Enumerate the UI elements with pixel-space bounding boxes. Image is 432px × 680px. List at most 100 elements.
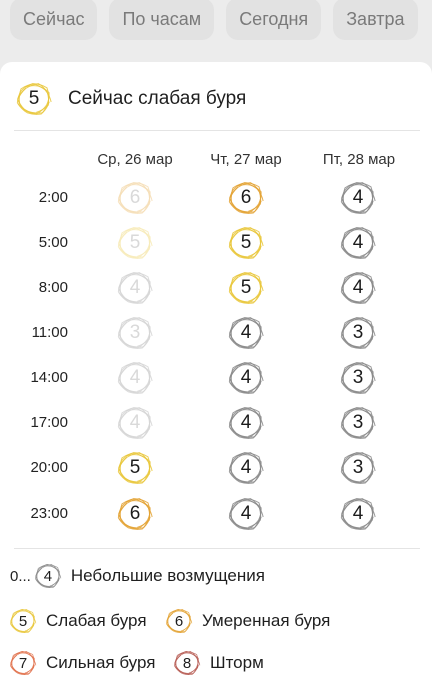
- time-label: 2:00: [38, 189, 68, 206]
- legend-calm: 0... 4 Небольшие возмущения: [10, 561, 265, 591]
- badge-value: 6: [174, 612, 184, 630]
- legend-moderate: 6 Умеренная буря: [164, 606, 330, 636]
- legend-storm-label: Шторм: [210, 653, 264, 672]
- kp-badge: 4: [226, 448, 266, 488]
- legend-weak-label: Слабая буря: [46, 611, 147, 630]
- badge-value: 3: [129, 322, 141, 343]
- kp-badge: 5: [115, 223, 155, 263]
- badge-value: 4: [129, 277, 141, 298]
- forecast-cell: 5: [115, 448, 155, 488]
- kp-badge: 5: [115, 448, 155, 488]
- forecast-cell: 3: [338, 313, 378, 353]
- day-header-wed: Ср, 26 мар: [97, 151, 173, 168]
- kp-badge: 4: [338, 223, 378, 263]
- legend-calm-badge: 4: [33, 561, 63, 591]
- forecast-cell: 4: [115, 268, 155, 308]
- kp-badge: 3: [115, 313, 155, 353]
- kp-badge: 6: [115, 494, 155, 534]
- legend-storm-badge: 8: [172, 648, 202, 678]
- badge-value: 7: [18, 654, 28, 672]
- kp-badge: 3: [338, 313, 378, 353]
- legend-weak: 5 Слабая буря: [8, 606, 147, 636]
- forecast-cell: 6: [226, 178, 266, 218]
- kp-badge: 4: [338, 268, 378, 308]
- legend-weak-badge: 5: [8, 606, 38, 636]
- legend-strong-badge: 7: [8, 648, 38, 678]
- badge-value: 4: [240, 412, 252, 433]
- tab-today[interactable]: Сегодня: [226, 0, 322, 40]
- legend-strong-label: Сильная буря: [46, 653, 156, 672]
- badge-value: 5: [240, 232, 252, 253]
- badge-value: 4: [352, 187, 364, 208]
- badge-value: 5: [129, 457, 141, 478]
- badge-value: 4: [240, 457, 252, 478]
- kp-badge: 4: [226, 403, 266, 443]
- forecast-cell: 4: [226, 313, 266, 353]
- badge-value: 5: [129, 232, 141, 253]
- badge-value: 5: [18, 612, 28, 630]
- legend-moderate-label: Умеренная буря: [202, 611, 331, 630]
- legend-storm: 8 Шторм: [172, 648, 264, 678]
- kp-badge: 6: [115, 178, 155, 218]
- badge-value: 3: [352, 412, 364, 433]
- time-label: 11:00: [31, 324, 68, 341]
- badge-value: 6: [240, 187, 252, 208]
- forecast-cell: 6: [115, 494, 155, 534]
- badge-value: 5: [240, 277, 252, 298]
- legend-moderate-badge: 6: [164, 606, 194, 636]
- time-label: 5:00: [38, 234, 68, 251]
- day-header-fri: Пт, 28 мар: [322, 151, 396, 168]
- kp-badge: 4: [338, 178, 378, 218]
- badge-value: 4: [43, 567, 53, 585]
- badge-value: 4: [129, 412, 141, 433]
- legend-strong: 7 Сильная буря: [8, 648, 155, 678]
- current-status: 5 Сейчас слабая буря: [14, 82, 246, 116]
- kp-badge: 4: [338, 494, 378, 534]
- legend-calm-prefix: 0...: [10, 567, 31, 585]
- tab-hourly[interactable]: По часам: [109, 0, 215, 40]
- forecast-cell: 5: [226, 268, 266, 308]
- forecast-cell: 3: [115, 313, 155, 353]
- kp-badge: 3: [338, 403, 378, 443]
- badge-value: 4: [352, 503, 364, 524]
- badge-value: 6: [129, 187, 141, 208]
- day-header-thu: Чт, 27 мар: [210, 151, 282, 168]
- divider: [14, 548, 420, 549]
- forecast-cell: 4: [226, 448, 266, 488]
- kp-badge: 4: [115, 403, 155, 443]
- kp-badge: 4: [226, 494, 266, 534]
- tab-tomorrow[interactable]: Завтра: [333, 0, 418, 40]
- time-label: 8:00: [38, 279, 68, 296]
- tab-now[interactable]: Сейчас: [10, 0, 98, 40]
- forecast-cell: 6: [115, 178, 155, 218]
- kp-badge: 5: [226, 223, 266, 263]
- forecast-cell: 3: [338, 358, 378, 398]
- forecast-cell: 5: [115, 223, 155, 263]
- time-label: 23:00: [30, 505, 68, 522]
- kp-badge: 4: [115, 358, 155, 398]
- badge-value: 4: [240, 503, 252, 524]
- forecast-cell: 4: [338, 223, 378, 263]
- divider: [14, 130, 420, 131]
- badge-value: 3: [352, 367, 364, 388]
- badge-value: 3: [352, 457, 364, 478]
- time-label: 17:00: [30, 414, 68, 431]
- badge-value: 6: [129, 503, 141, 524]
- kp-badge: 5: [226, 268, 266, 308]
- badge-value: 8: [182, 654, 192, 672]
- forecast-cell: 4: [226, 358, 266, 398]
- forecast-cell: 4: [338, 494, 378, 534]
- current-status-text: Сейчас слабая буря: [68, 88, 247, 109]
- kp-badge: 4: [226, 358, 266, 398]
- forecast-cell: 4: [115, 358, 155, 398]
- forecast-cell: 4: [338, 178, 378, 218]
- time-label: 20:00: [30, 459, 68, 476]
- kp-badge: 4: [226, 313, 266, 353]
- badge-value: 3: [352, 322, 364, 343]
- legend-calm-label: Небольшие возмущения: [70, 566, 265, 585]
- kp-badge: 3: [338, 448, 378, 488]
- forecast-cell: 4: [338, 268, 378, 308]
- kp-badge: 4: [115, 268, 155, 308]
- forecast-cell: 4: [115, 403, 155, 443]
- badge-value: 4: [240, 367, 252, 388]
